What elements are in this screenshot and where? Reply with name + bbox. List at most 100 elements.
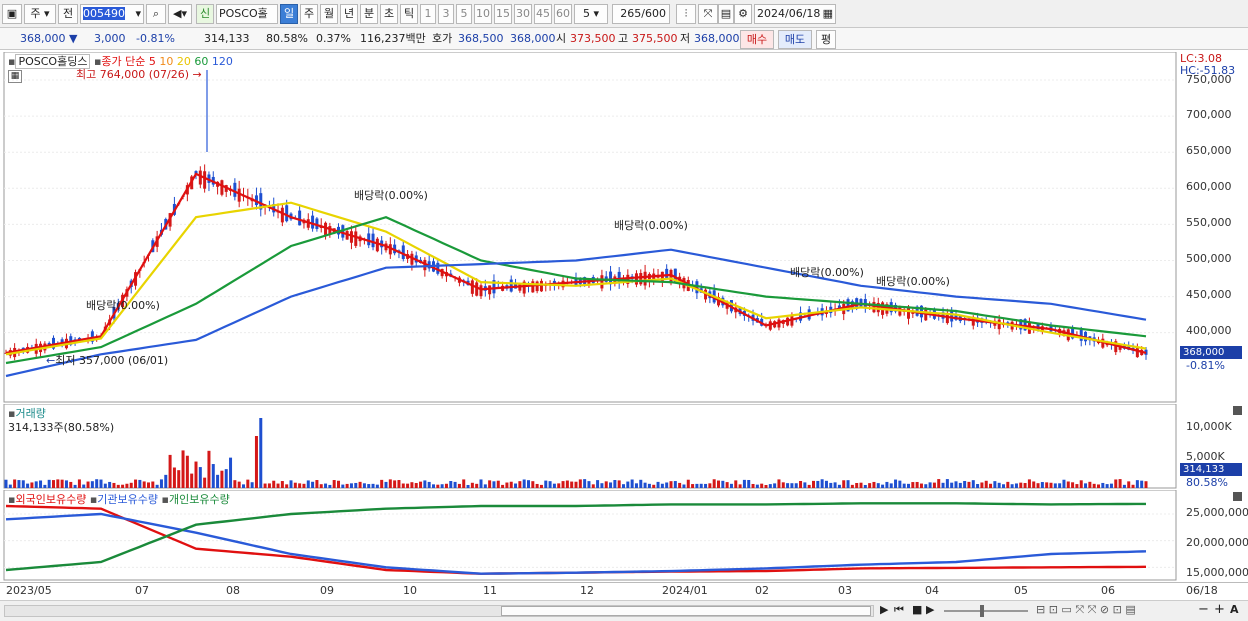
volume-bar: [894, 479, 898, 488]
volume-bar: [932, 482, 936, 488]
volume-bar: [928, 482, 932, 488]
x-tick: 06: [1101, 584, 1115, 597]
candle-body: [371, 233, 375, 248]
stock-code-input[interactable]: 005490 ▾: [80, 4, 144, 24]
candle-body: [311, 215, 315, 229]
volume-summary: 314,133주(80.58%): [8, 421, 115, 434]
volume-bar: [198, 467, 202, 488]
volume-bar: [686, 479, 690, 488]
period-select[interactable]: 주 ▾: [24, 4, 56, 24]
minute-option[interactable]: 30: [514, 4, 532, 24]
scroll-right-icon[interactable]: ▶: [880, 603, 888, 616]
volume-bar: [609, 482, 613, 488]
minute-option[interactable]: 60: [554, 4, 572, 24]
tab-second[interactable]: 초: [380, 4, 398, 24]
current-price: 368,000 ▼: [20, 32, 78, 45]
zoom-in-icon[interactable]: +: [1214, 602, 1225, 617]
crosshair-icon[interactable]: ⤧: [698, 4, 718, 24]
save-icon[interactable]: ▤: [718, 4, 734, 24]
volume-bar: [388, 479, 392, 488]
zoom-slider-handle[interactable]: [980, 605, 984, 617]
window-icon[interactable]: ▣: [2, 4, 22, 24]
minute-option[interactable]: 3: [438, 4, 454, 24]
volume-chart[interactable]: [0, 404, 1248, 490]
volume-bar: [898, 480, 902, 488]
volume-bar: [453, 481, 457, 488]
volume-bar: [1084, 483, 1088, 488]
table-icon[interactable]: ▦: [8, 70, 22, 83]
candle-body: [600, 275, 604, 289]
volume-bar: [993, 481, 997, 488]
date-input[interactable]: 2024/06/18 ▦: [754, 4, 836, 24]
minute-option[interactable]: 1: [420, 4, 436, 24]
count-select[interactable]: 5 ▾: [574, 4, 608, 24]
volume-bar: [4, 479, 8, 488]
volume-bar: [393, 480, 397, 488]
tab-tick[interactable]: 틱: [400, 4, 418, 24]
volume-bar: [755, 484, 759, 488]
volume-bar: [699, 483, 703, 488]
horizontal-scrollbar[interactable]: [4, 605, 874, 617]
tab-year[interactable]: 년: [340, 4, 358, 24]
volume-bar: [751, 483, 755, 488]
pyeong-button[interactable]: 평: [816, 30, 836, 49]
zoom-out-icon[interactable]: −: [1198, 602, 1209, 617]
buy-button[interactable]: 매수: [740, 30, 774, 49]
candle-body: [639, 272, 643, 285]
dividend-annotation: 배당락(0.00%): [86, 299, 160, 312]
minute-option[interactable]: 5: [456, 4, 472, 24]
sound-icon[interactable]: ◀▾: [168, 4, 192, 24]
font-size-icon[interactable]: A: [1230, 603, 1239, 616]
play-icon[interactable]: ▶: [926, 603, 934, 616]
volume-bar: [69, 481, 73, 488]
candle-icon[interactable]: ⫶: [676, 4, 696, 24]
calendar-icon[interactable]: ▦: [823, 5, 833, 23]
minute-option[interactable]: 45: [534, 4, 552, 24]
volume-bar: [945, 479, 949, 488]
layout-icons[interactable]: ⊟ ⊡ ▭ ⤧ ⤧ ⊘ ⊡ ▤: [1036, 603, 1136, 617]
dividend-annotation: 배당락(0.00%): [354, 189, 428, 202]
stop-icon[interactable]: ■: [912, 603, 922, 616]
volume-bar: [937, 479, 941, 488]
volume-bar: [1144, 481, 1148, 488]
volume-bar: [164, 474, 168, 488]
volume-bar: [527, 480, 530, 488]
volume-bar: [319, 484, 323, 488]
minute-option[interactable]: 10: [474, 4, 492, 24]
minute-option[interactable]: 15: [494, 4, 512, 24]
volume-bar: [803, 482, 807, 488]
zoom-slider[interactable]: [944, 605, 1028, 617]
candle-body: [298, 210, 302, 226]
volume-bar: [557, 483, 561, 488]
trade-value: 116,237백만: [360, 32, 426, 45]
panel-close-icon[interactable]: [1233, 492, 1242, 501]
chevron-down-icon[interactable]: ▾: [135, 5, 141, 23]
volume-bar: [194, 461, 198, 488]
panel-close-icon[interactable]: [1233, 406, 1242, 415]
volume-bar: [470, 482, 474, 488]
sell-button[interactable]: 매도: [778, 30, 812, 49]
tab-day[interactable]: 일: [280, 4, 298, 24]
volume-bar: [354, 482, 358, 488]
sin-button[interactable]: 신: [196, 4, 214, 24]
candle-body: [470, 280, 474, 294]
scrollbar-thumb[interactable]: [501, 606, 871, 616]
current-price-tag: 368,000: [1180, 346, 1242, 359]
tab-minute[interactable]: 분: [360, 4, 378, 24]
tab-week[interactable]: 주: [300, 4, 318, 24]
volume-bar: [742, 479, 746, 488]
x-tick: 2023/05: [6, 584, 52, 597]
price-tick: 450,000: [1186, 288, 1232, 301]
volume-bar: [565, 480, 569, 488]
volume-bar: [859, 482, 863, 488]
jeon-button[interactable]: 전: [58, 4, 78, 24]
range-input[interactable]: 265/600: [612, 4, 670, 24]
search-icon[interactable]: ⌕: [146, 4, 166, 24]
tab-month[interactable]: 월: [320, 4, 338, 24]
high-label: 고: [618, 32, 629, 45]
volume-bar: [907, 483, 910, 488]
rewind-icon[interactable]: ⏮: [894, 603, 904, 617]
x-tick-current: 06/18: [1186, 584, 1218, 597]
price-tick: 650,000: [1186, 144, 1232, 157]
gear-icon[interactable]: ⚙: [734, 4, 752, 24]
